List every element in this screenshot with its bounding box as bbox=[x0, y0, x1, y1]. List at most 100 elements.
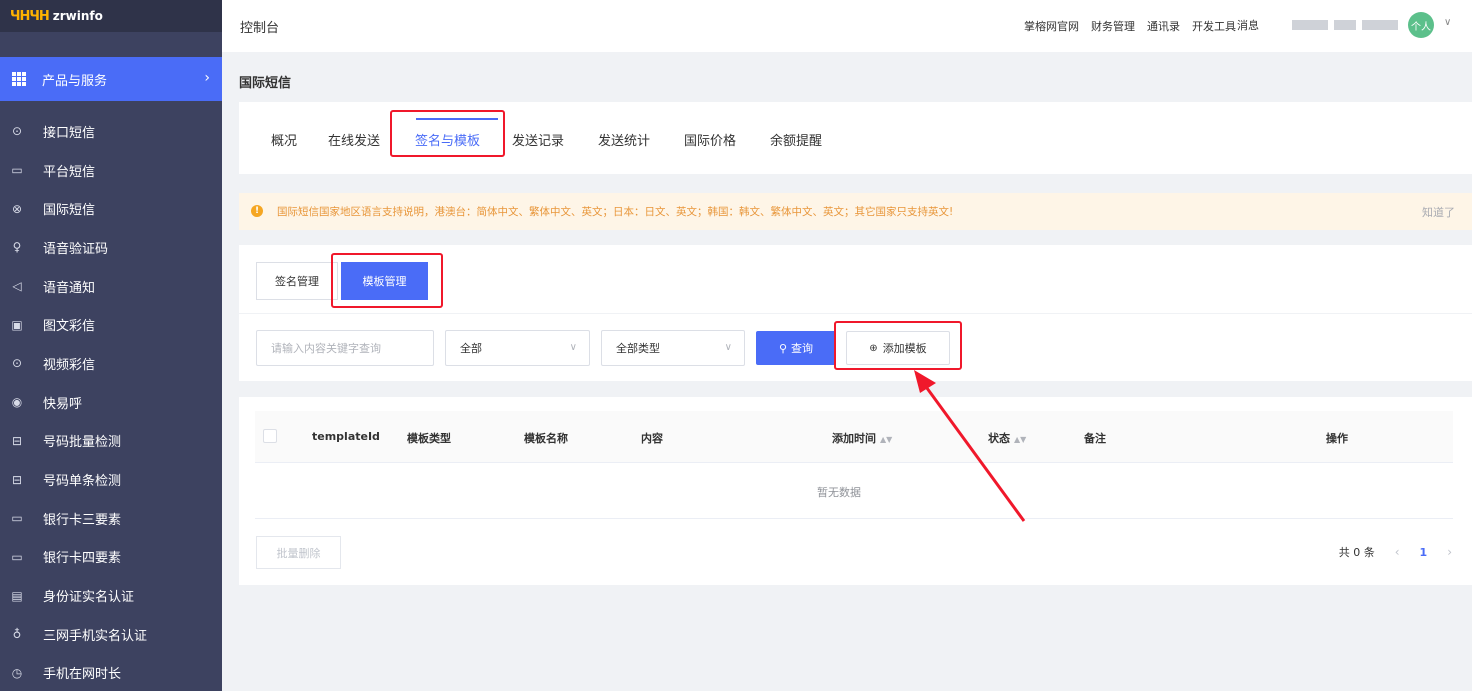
sidebar-item-label: 银行卡三要素 bbox=[43, 512, 122, 528]
sidebar-item[interactable]: ▣ 图文彩信 bbox=[0, 305, 222, 344]
microphone-icon: ♀ bbox=[12, 240, 22, 255]
video-icon: ⊙ bbox=[11, 356, 23, 371]
users-icon: ♁ bbox=[12, 627, 22, 642]
sidebar-item[interactable]: ◉ 快易呼 bbox=[0, 383, 222, 422]
sidebar-item[interactable]: ⊟ 号码单条检测 bbox=[0, 460, 222, 499]
sidebar-item[interactable]: ♁ 三网手机实名认证 bbox=[0, 615, 222, 654]
logo[interactable]: ЧНЧН zrwinfo bbox=[0, 0, 222, 32]
scan-icon: ⊟ bbox=[11, 433, 23, 448]
search-button-label: 查询 bbox=[791, 342, 814, 355]
header-links: 掌榕网官网 财务管理 通讯录 开发工具 bbox=[1024, 0, 1236, 52]
filter-card: 请输入内容关键字查询 全部 ∨ 全部类型 ∨ ⚲ 查询 ⊕ 添加模板 bbox=[239, 314, 1472, 381]
col-template-name: 模板名称 bbox=[524, 432, 568, 445]
sidebar-item-label: 语音通知 bbox=[43, 280, 96, 296]
header-title: 控制台 bbox=[240, 20, 280, 36]
card-icon: ▭ bbox=[11, 511, 23, 526]
notice-banner: ! 国际短信国家地区语言支持说明，港澳台：简体中文、繁体中文、英文；日本：日文、… bbox=[239, 193, 1472, 230]
sidebar-item-label: 接口短信 bbox=[43, 125, 96, 141]
sort-icon[interactable]: ▲▼ bbox=[880, 435, 892, 444]
col-status-label: 状态 bbox=[988, 432, 1010, 445]
sidebar-item[interactable]: ◷ 手机在网时长 bbox=[0, 654, 222, 691]
message-icon: ▭ bbox=[11, 163, 23, 178]
add-template-button[interactable]: ⊕ 添加模板 bbox=[846, 331, 950, 365]
tab-signature-template[interactable]: 签名与模板 bbox=[415, 130, 480, 149]
logo-mark: ЧНЧН bbox=[10, 8, 50, 24]
col-remarks: 备注 bbox=[1084, 432, 1106, 445]
pagination: 共 0 条 ‹ 1 › bbox=[1339, 544, 1452, 560]
col-add-time[interactable]: 添加时间 ▲▼ bbox=[832, 430, 892, 446]
avatar[interactable]: 个人 bbox=[1408, 12, 1434, 38]
dismiss-notice-link[interactable]: 知道了 bbox=[1422, 204, 1455, 220]
type-select[interactable]: 全部类型 ∨ bbox=[601, 330, 745, 366]
table-card: templateId 模板类型 模板名称 内容 添加时间 ▲▼ 状态 ▲▼ 备注 操… bbox=[239, 397, 1472, 585]
username-redacted bbox=[1292, 20, 1398, 30]
search-button[interactable]: ⚲ 查询 bbox=[756, 331, 836, 365]
status-select[interactable]: 全部 ∨ bbox=[445, 330, 590, 366]
header-link[interactable]: 掌榕网官网 bbox=[1024, 18, 1079, 34]
col-status[interactable]: 状态 ▲▼ bbox=[988, 430, 1026, 446]
col-template-type: 模板类型 bbox=[407, 432, 451, 445]
tab-balance-alert[interactable]: 余额提醒 bbox=[770, 130, 822, 149]
sidebar-item-label: 平台短信 bbox=[43, 164, 96, 180]
tab-international-price[interactable]: 国际价格 bbox=[684, 130, 736, 149]
chevron-down-icon: ∨ bbox=[569, 342, 577, 353]
tab-send-statistics[interactable]: 发送统计 bbox=[598, 130, 650, 149]
sidebar-item[interactable]: ▭ 平台短信 bbox=[0, 151, 222, 190]
sidebar-item[interactable]: ⊙ 接口短信 bbox=[0, 112, 222, 151]
card-icon: ▭ bbox=[11, 549, 23, 564]
col-actions: 操作 bbox=[1326, 432, 1348, 445]
header-link[interactable]: 财务管理 bbox=[1091, 18, 1135, 34]
sidebar-item[interactable]: ⊗ 国际短信 bbox=[0, 189, 222, 228]
tab-online-send[interactable]: 在线发送 bbox=[328, 130, 380, 149]
phone-circle-icon: ◉ bbox=[11, 395, 23, 410]
col-template-id: templateId bbox=[312, 430, 380, 443]
sidebar-item-label: 号码单条检测 bbox=[43, 474, 122, 490]
sidebar-item[interactable]: ▤ 身份证实名认证 bbox=[0, 576, 222, 615]
header-link[interactable]: 开发工具 bbox=[1192, 18, 1236, 34]
sidebar-item[interactable]: ▭ 银行卡三要素 bbox=[0, 499, 222, 538]
signature-management-button[interactable]: 签名管理 bbox=[256, 262, 338, 300]
globe-icon: ⊗ bbox=[11, 201, 23, 216]
warning-icon: ! bbox=[251, 205, 263, 217]
sidebar-item-label: 国际短信 bbox=[43, 203, 96, 219]
sidebar-item[interactable]: ♀ 语音验证码 bbox=[0, 228, 222, 267]
sidebar-item-label: 图文彩信 bbox=[43, 319, 96, 335]
logo-text: zrwinfo bbox=[52, 9, 103, 23]
keyword-search-input[interactable]: 请输入内容关键字查询 bbox=[256, 330, 434, 366]
grid-icon bbox=[12, 72, 26, 86]
image-icon: ▣ bbox=[11, 317, 23, 332]
tabs-card: 概况 在线发送 签名与模板 发送记录 发送统计 国际价格 余额提醒 bbox=[239, 102, 1472, 174]
sidebar: ЧНЧН zrwinfo 产品与服务 › ⊙ 接口短信 ▭ 平台短信 ⊗ 国际短信 ♀ 语音验… bbox=[0, 0, 222, 691]
sidebar-item[interactable]: ◁ 语音通知 bbox=[0, 267, 222, 306]
chevron-down-icon[interactable]: ∨ bbox=[1444, 17, 1451, 28]
chevron-right-icon: › bbox=[204, 70, 210, 86]
sidebar-item-label: 快易呼 bbox=[43, 396, 83, 412]
page-number[interactable]: 1 bbox=[1420, 546, 1428, 559]
products-services-menu[interactable]: 产品与服务 › bbox=[0, 57, 222, 101]
header-link[interactable]: 通讯录 bbox=[1147, 18, 1180, 34]
scan-icon: ⊟ bbox=[11, 472, 23, 487]
search-icon: ⚲ bbox=[778, 341, 788, 355]
tab-send-records[interactable]: 发送记录 bbox=[512, 130, 564, 149]
sidebar-item-label: 语音验证码 bbox=[43, 241, 109, 257]
next-page-icon[interactable]: › bbox=[1447, 545, 1452, 559]
sidebar-item-label: 三网手机实名认证 bbox=[43, 628, 148, 644]
col-add-time-label: 添加时间 bbox=[832, 432, 876, 445]
template-management-button[interactable]: 模板管理 bbox=[341, 262, 428, 300]
sidebar-item[interactable]: ▭ 银行卡四要素 bbox=[0, 538, 222, 577]
sidebar-menu: ⊙ 接口短信 ▭ 平台短信 ⊗ 国际短信 ♀ 语音验证码 ◁ 语音通知 ▣ 图文彩信 ⊙ 视频彩信 ◉ 快易呼… bbox=[0, 112, 222, 691]
sidebar-item[interactable]: ⊙ 视频彩信 bbox=[0, 344, 222, 383]
clock-icon: ◷ bbox=[11, 665, 23, 680]
messages-link[interactable]: 消息 bbox=[1237, 17, 1259, 33]
prev-page-icon[interactable]: ‹ bbox=[1395, 545, 1400, 559]
bulk-delete-button[interactable]: 批量删除 bbox=[256, 536, 341, 569]
active-tab-indicator bbox=[416, 118, 498, 120]
chevron-down-icon: ∨ bbox=[724, 342, 732, 353]
empty-text: 暂无数据 bbox=[817, 486, 861, 499]
sort-icon[interactable]: ▲▼ bbox=[1014, 435, 1026, 444]
tab-overview[interactable]: 概况 bbox=[271, 130, 297, 149]
select-all-checkbox[interactable] bbox=[263, 429, 277, 443]
plus-circle-icon: ⊕ bbox=[869, 342, 878, 354]
top-header: 控制台 掌榕网官网 财务管理 通讯录 开发工具 消息 个人 ∨ bbox=[222, 0, 1472, 52]
sidebar-item[interactable]: ⊟ 号码批量检测 bbox=[0, 422, 222, 461]
